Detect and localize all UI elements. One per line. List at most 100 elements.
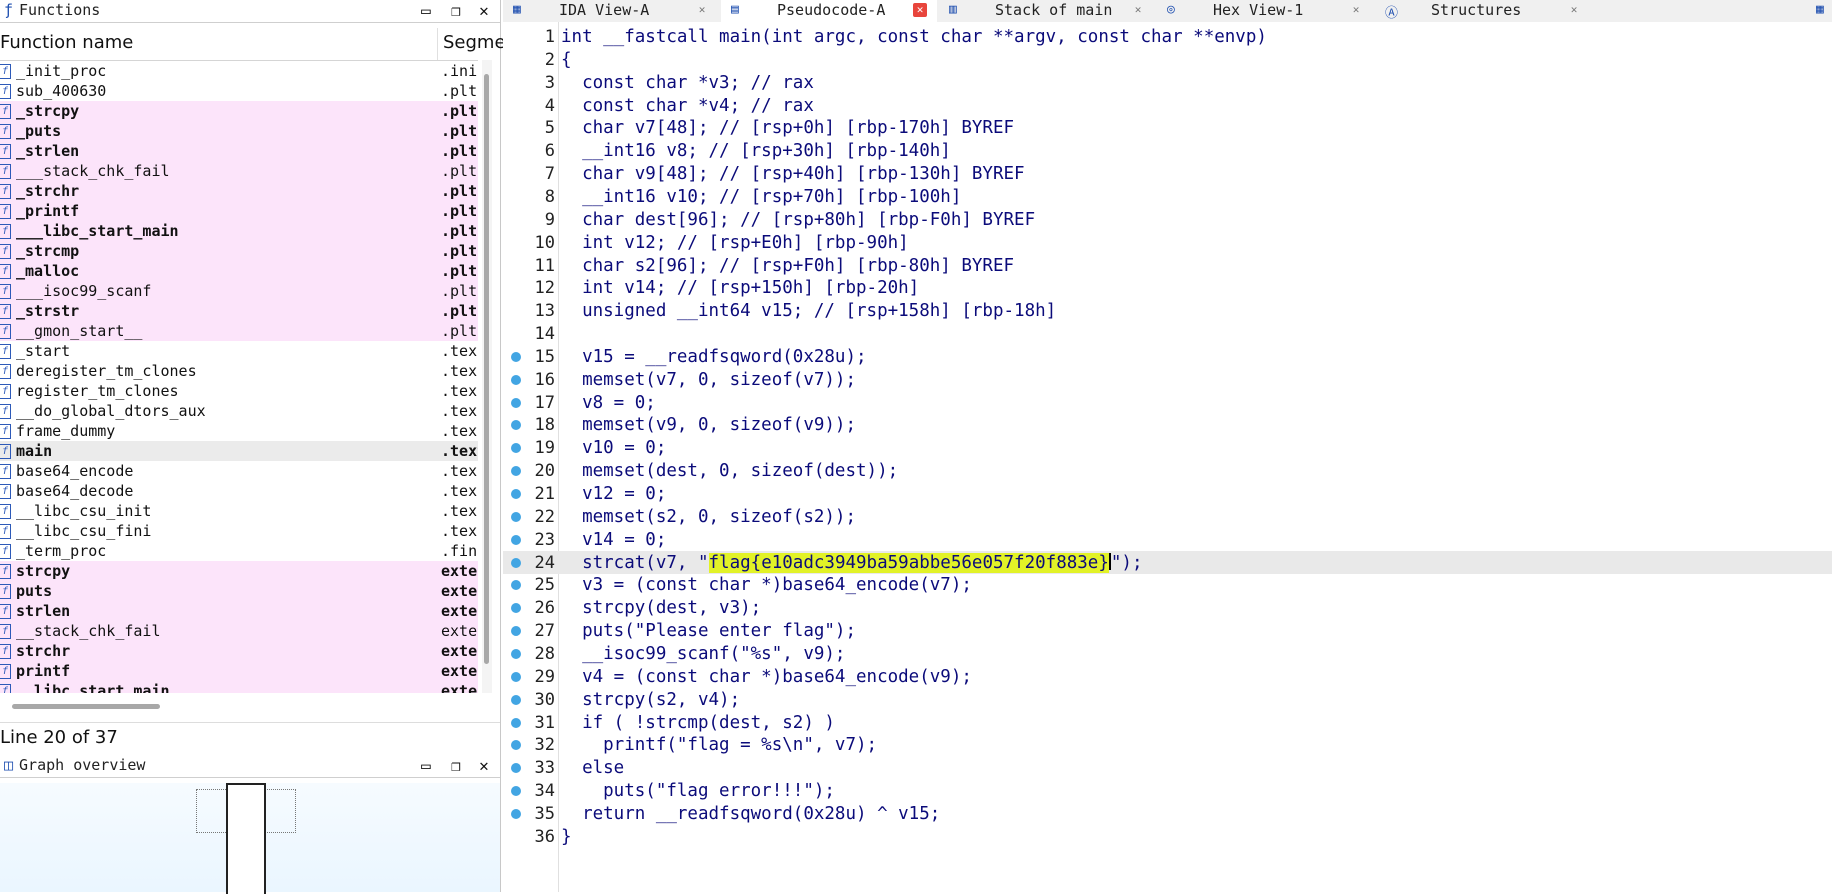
code-line[interactable]: 27 puts("Please enter flag"); (503, 619, 1832, 642)
function-row[interactable]: f _printf .plt (0, 201, 478, 221)
code-line[interactable]: 29 v4 = (const char *)base64_encode(v9); (503, 665, 1832, 688)
function-row[interactable]: fstrlen extern (0, 601, 478, 621)
column-separator[interactable] (437, 28, 438, 60)
code-line[interactable]: 36} (503, 825, 1832, 848)
function-row[interactable]: fprintf extern (0, 661, 478, 681)
flag-string-highlight[interactable]: flag{e10adc3949ba59abbe56e057f20f883e} (708, 552, 1109, 573)
function-row[interactable]: f _strcpy .plt (0, 101, 478, 121)
function-row[interactable]: f frame_dummy .text (0, 421, 478, 441)
code-line[interactable]: 34 puts("flag error!!!"); (503, 779, 1832, 802)
code-line[interactable]: 35 return __readfsqword(0x28u) ^ v15; (503, 802, 1832, 825)
function-row[interactable]: f _start .text (0, 341, 478, 361)
code-line[interactable]: 25 v3 = (const char *)base64_encode(v7); (503, 573, 1832, 596)
function-row[interactable]: f deregister_tm_clones .text (0, 361, 478, 381)
code-line[interactable]: 8 __int16 v10; // [rsp+70h] [rbp-100h] (503, 185, 1832, 208)
code-text: __int16 v10; // [rsp+70h] [rbp-100h] (561, 186, 962, 207)
code-line[interactable]: 3 const char *v3; // rax (503, 71, 1832, 94)
function-row[interactable]: f _puts .plt (0, 121, 478, 141)
code-line[interactable]: 9 char dest[96]; // [rsp+80h] [rbp-F0h] … (503, 208, 1832, 231)
function-row[interactable]: f __libc_start_main extern (0, 681, 478, 693)
restore-icon[interactable]: ❐ (446, 1, 466, 21)
function-row[interactable]: f _strlen .plt (0, 141, 478, 161)
function-row[interactable]: f _term_proc .fini (0, 541, 478, 561)
scrollbar-thumb[interactable] (484, 74, 489, 664)
code-line[interactable]: 11 char s2[96]; // [rsp+F0h] [rbp-80h] B… (503, 254, 1832, 277)
function-list-vertical-scrollbar[interactable] (482, 60, 492, 693)
function-row[interactable]: f base64_encode .text (0, 461, 478, 481)
tab-close-icon[interactable]: ✕ (1131, 3, 1145, 17)
code-line[interactable]: 16 memset(v7, 0, sizeof(v7)); (503, 368, 1832, 391)
function-row[interactable]: fputs extern (0, 581, 478, 601)
line-number: 35 (534, 803, 555, 824)
graph-overview-canvas[interactable] (0, 783, 500, 894)
code-line[interactable]: 1 int __fastcall main(int argc, const cha… (503, 25, 1832, 48)
function-row[interactable]: f __libc_csu_fini .text (0, 521, 478, 541)
function-row[interactable]: f ___stack_chk_fail .plt (0, 161, 478, 181)
functions-title: Functions (19, 1, 101, 19)
function-row[interactable]: f _strcmp .plt (0, 241, 478, 261)
close-icon[interactable]: ✕ (474, 1, 494, 21)
function-row[interactable]: f __do_global_dtors_aux .text (0, 401, 478, 421)
code-line[interactable]: 13 unsigned __int64 v15; // [rsp+158h] [… (503, 299, 1832, 322)
code-line[interactable]: 14 (503, 322, 1832, 345)
function-row[interactable]: fstrcpy extern (0, 561, 478, 581)
tab-close-icon[interactable]: ✕ (1567, 3, 1581, 17)
maximize-icon[interactable]: ▭ (416, 1, 436, 21)
function-row[interactable]: f _malloc .plt (0, 261, 478, 281)
tab-pseudocode-a[interactable]: ▤ Pseudocode-A ✕ (721, 0, 937, 22)
function-row[interactable]: f base64_decode .text (0, 481, 478, 501)
code-line[interactable]: 31 if ( !strcmp(dest, s2) ) (503, 711, 1832, 734)
code-line[interactable]: 15 v15 = __readfsqword(0x28u); (503, 345, 1832, 368)
tab-ida-view-a[interactable]: ▦ IDA View-A ✕ (503, 0, 719, 22)
code-line[interactable]: 20 memset(dest, 0, sizeof(dest)); (503, 459, 1832, 482)
code-line[interactable]: 19 v10 = 0; (503, 436, 1832, 459)
tab-close-icon[interactable]: ✕ (695, 3, 709, 17)
function-row[interactable]: f __stack_chk_fail extern (0, 621, 478, 641)
code-line[interactable]: 32 printf("flag = %s\n", v7); (503, 733, 1832, 756)
restore-icon[interactable]: ❐ (446, 756, 466, 776)
function-row[interactable]: fstrchr extern (0, 641, 478, 661)
function-list-horizontal-scrollbar[interactable] (0, 701, 478, 711)
tab-hex-view-1[interactable]: ◎ Hex View-1 ✕ (1157, 0, 1373, 22)
tab-close-icon[interactable]: ✕ (913, 3, 927, 17)
close-icon[interactable]: ✕ (474, 756, 494, 776)
code-line[interactable]: 21 v12 = 0; (503, 482, 1832, 505)
function-row[interactable]: f __libc_csu_init .text (0, 501, 478, 521)
code-line[interactable]: 23 v14 = 0; (503, 528, 1832, 551)
scrollbar-thumb[interactable] (12, 704, 160, 709)
code-line[interactable]: 33 else (503, 756, 1832, 779)
function-row[interactable]: f _strchr .plt (0, 181, 478, 201)
code-line[interactable]: 4 const char *v4; // rax (503, 94, 1832, 117)
tab-overflow-icon[interactable]: ▦ (1813, 0, 1832, 22)
pseudocode-view[interactable]: 1 int __fastcall main(int argc, const cha… (503, 22, 1832, 892)
code-line[interactable]: 18 memset(v9, 0, sizeof(v9)); (503, 413, 1832, 436)
code-line[interactable]: 5 char v7[48]; // [rsp+0h] [rbp-170h] BY… (503, 116, 1832, 139)
code-line[interactable]: 30 strcpy(s2, v4); (503, 688, 1832, 711)
tab-stack-of-main[interactable]: ▥ Stack of main ✕ (939, 0, 1155, 22)
code-line[interactable]: 17 v8 = 0; (503, 391, 1832, 414)
line-number: 28 (534, 643, 555, 664)
function-row[interactable]: f sub_400630 .plt (0, 81, 478, 101)
code-line[interactable]: 26 strcpy(dest, v3); (503, 596, 1832, 619)
code-line[interactable]: 22 memset(s2, 0, sizeof(s2)); (503, 505, 1832, 528)
line-number: 36 (534, 826, 555, 847)
code-line[interactable]: 6 __int16 v8; // [rsp+30h] [rbp-140h] (503, 139, 1832, 162)
code-line[interactable]: 7 char v9[48]; // [rsp+40h] [rbp-130h] B… (503, 162, 1832, 185)
code-line[interactable]: 10 int v12; // [rsp+E0h] [rbp-90h] (503, 231, 1832, 254)
function-row[interactable]: fmain .text (0, 441, 478, 461)
function-list[interactable]: f _init_proc .init f sub_400630 .plt f _strcpy.… (0, 61, 478, 693)
code-line[interactable]: 24 strcat(v7, "flag{e10adc3949ba59abbe56… (503, 550, 1832, 574)
tab-structures[interactable]: Ⓐ Structures ✕ (1375, 0, 1591, 22)
function-row[interactable]: f register_tm_clones .text (0, 381, 478, 401)
code-line[interactable]: 28 __isoc99_scanf("%s", v9); (503, 642, 1832, 665)
function-row[interactable]: f ___isoc99_scanf .plt (0, 281, 478, 301)
function-row[interactable]: f __gmon_start__ .plt (0, 321, 478, 341)
function-row[interactable]: f ___libc_start_main .plt (0, 221, 478, 241)
code-line[interactable]: 12 int v14; // [rsp+150h] [rbp-20h] (503, 276, 1832, 299)
function-row[interactable]: f _strstr .plt (0, 301, 478, 321)
column-function-name[interactable]: Function name (0, 32, 133, 53)
maximize-icon[interactable]: ▭ (416, 756, 436, 776)
function-row[interactable]: f _init_proc .init (0, 61, 478, 81)
code-line[interactable]: 2{ (503, 48, 1832, 71)
tab-close-icon[interactable]: ✕ (1349, 3, 1363, 17)
